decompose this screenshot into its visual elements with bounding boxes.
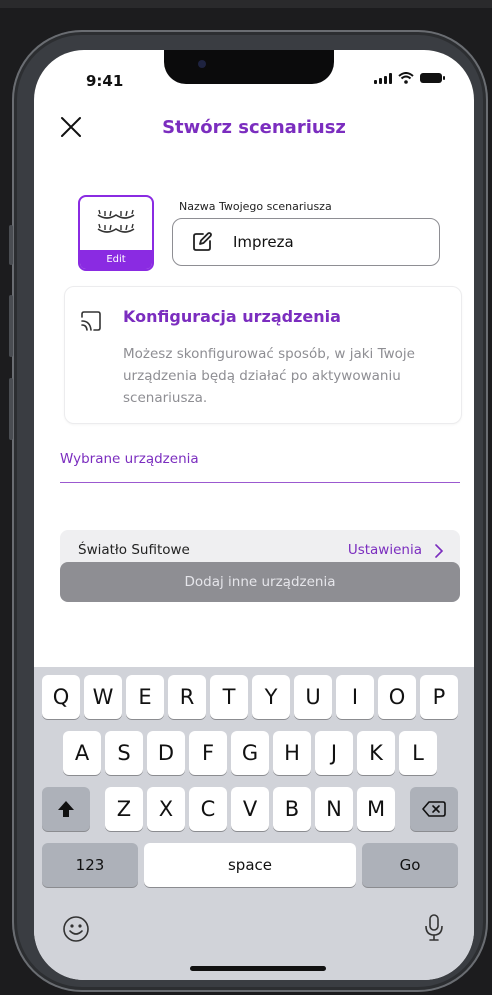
backspace-key[interactable] <box>410 787 458 831</box>
key-h[interactable]: H <box>273 731 311 775</box>
shift-key[interactable] <box>42 787 90 831</box>
phone-screen: 9:41 Stwórz scenariusz Edit Nazwa Twojeg… <box>34 50 474 980</box>
side-button <box>9 225 13 265</box>
key-z[interactable]: Z <box>105 787 143 831</box>
eyelashes-icon <box>97 209 135 233</box>
status-icons <box>374 72 445 84</box>
go-key[interactable]: Go <box>362 843 458 887</box>
device-config-card[interactable]: Konfiguracja urządzenia Możesz skonfigur… <box>64 286 462 424</box>
scenario-icon-edit[interactable]: Edit <box>78 195 154 271</box>
emoji-icon[interactable] <box>62 915 90 943</box>
space-key[interactable]: space <box>144 843 356 887</box>
divider <box>60 482 460 483</box>
key-r[interactable]: R <box>168 675 206 719</box>
key-e[interactable]: E <box>126 675 164 719</box>
chevron-right-icon[interactable] <box>434 544 444 558</box>
numbers-key[interactable]: 123 <box>42 843 138 887</box>
key-w[interactable]: W <box>84 675 122 719</box>
key-c[interactable]: C <box>189 787 227 831</box>
device-settings-link[interactable]: Ustawienia <box>348 542 422 558</box>
home-indicator <box>190 966 326 971</box>
selected-devices-heading: Wybrane urządzenia <box>60 451 199 467</box>
key-x[interactable]: X <box>147 787 185 831</box>
key-a[interactable]: A <box>63 731 101 775</box>
key-v[interactable]: V <box>231 787 269 831</box>
key-f[interactable]: F <box>189 731 227 775</box>
key-j[interactable]: J <box>315 731 353 775</box>
config-description: Możesz skonfigurować sposób, w jaki Twoj… <box>123 346 415 406</box>
volume-up-button <box>9 295 13 357</box>
key-s[interactable]: S <box>105 731 143 775</box>
microphone-icon[interactable] <box>424 913 444 943</box>
key-m[interactable]: M <box>357 787 395 831</box>
key-d[interactable]: D <box>147 731 185 775</box>
key-b[interactable]: B <box>273 787 311 831</box>
key-i[interactable]: I <box>336 675 374 719</box>
window-top-bar <box>0 0 492 8</box>
edit-pen-icon <box>193 232 212 251</box>
key-k[interactable]: K <box>357 731 395 775</box>
cast-icon <box>81 311 101 331</box>
page-title: Stwórz scenariusz <box>162 117 346 138</box>
signal-icon <box>374 72 392 84</box>
key-n[interactable]: N <box>315 787 353 831</box>
volume-down-button <box>9 378 13 440</box>
scenario-name-value: Impreza <box>233 233 294 251</box>
key-t[interactable]: T <box>210 675 248 719</box>
device-name: Światło Sufitowe <box>78 542 190 558</box>
add-devices-button[interactable]: Dodaj inne urządzenia <box>60 562 460 602</box>
edit-label[interactable]: Edit <box>80 250 152 269</box>
key-l[interactable]: L <box>399 731 437 775</box>
config-title: Konfiguracja urządzenia <box>123 307 341 326</box>
notch <box>164 50 334 84</box>
camera-icon <box>198 60 206 68</box>
backspace-icon <box>422 801 446 817</box>
key-u[interactable]: U <box>294 675 332 719</box>
scenario-name-input[interactable]: Impreza <box>172 218 440 266</box>
key-q[interactable]: Q <box>42 675 80 719</box>
scenario-name-label: Nazwa Twojego scenariusza <box>179 200 332 213</box>
key-y[interactable]: Y <box>252 675 290 719</box>
key-p[interactable]: P <box>420 675 458 719</box>
keyboard: Q W E R T Y U I O P A S D F G H J K L Z … <box>34 667 474 980</box>
key-g[interactable]: G <box>231 731 269 775</box>
shift-icon <box>58 801 74 817</box>
key-o[interactable]: O <box>378 675 416 719</box>
status-time: 9:41 <box>86 72 124 90</box>
battery-icon <box>420 73 445 83</box>
wifi-icon <box>398 72 414 84</box>
